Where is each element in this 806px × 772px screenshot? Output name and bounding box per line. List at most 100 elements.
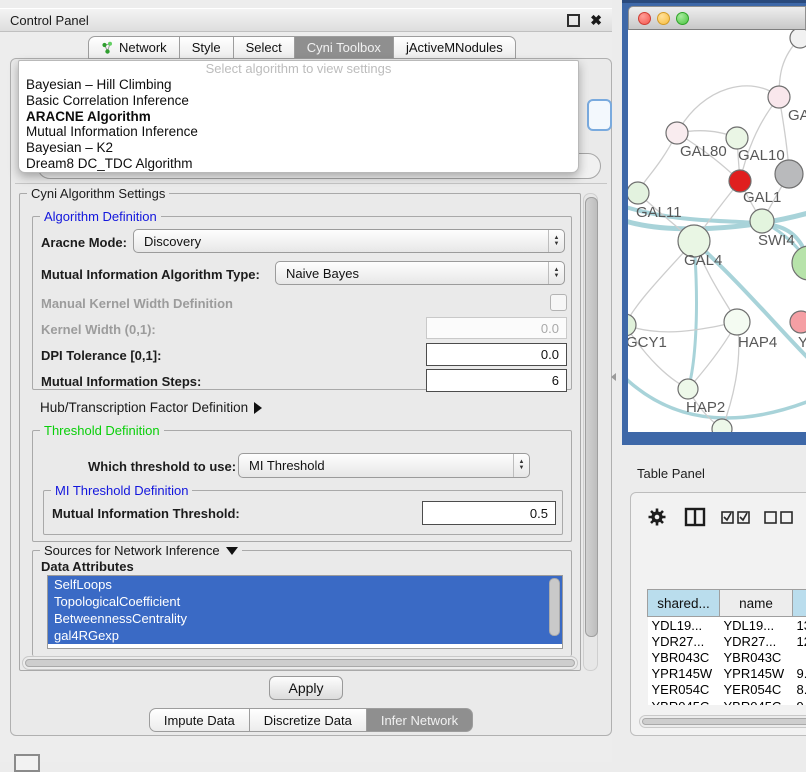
network-icon xyxy=(101,41,114,55)
splitter-handle[interactable] xyxy=(611,373,616,381)
network-node[interactable] xyxy=(712,419,732,432)
table-cell[interactable]: YDR27... xyxy=(720,633,793,649)
table-cell[interactable]: YER054C xyxy=(720,682,793,698)
table-column-header[interactable]: A xyxy=(793,590,806,617)
algorithm-option[interactable]: Basic Correlation Inference xyxy=(19,93,578,109)
window-zoom-icon[interactable] xyxy=(676,12,689,25)
network-node[interactable] xyxy=(775,160,803,188)
network-node[interactable] xyxy=(726,127,748,149)
network-node[interactable] xyxy=(750,209,774,233)
mi-type-combo[interactable]: Naive Bayes ▲▼ xyxy=(275,261,565,285)
focused-button-fragment[interactable] xyxy=(587,99,612,131)
table-column-header[interactable]: shared... xyxy=(648,590,720,617)
algorithm-option[interactable]: Bayesian – K2 xyxy=(19,140,578,156)
algorithm-option[interactable]: Bayesian – Hill Climbing xyxy=(19,77,578,93)
table-cell[interactable]: YPR145W xyxy=(720,666,793,682)
tab-discretize-data[interactable]: Discretize Data xyxy=(250,708,367,732)
tab-style[interactable]: Style xyxy=(180,36,234,59)
apply-button[interactable]: Apply xyxy=(269,676,343,700)
algorithm-option[interactable]: Mutual Information Inference xyxy=(19,124,578,140)
network-node[interactable] xyxy=(678,379,698,399)
close-panel-icon[interactable]: ✖ xyxy=(590,16,602,25)
table-cell[interactable]: YBR043C xyxy=(648,649,720,665)
data-attribute-item[interactable]: SelfLoops xyxy=(48,576,562,593)
table-row[interactable]: YDR27...YDR27...12 xyxy=(648,633,806,649)
dpi-tolerance-input[interactable]: 0.0 xyxy=(426,343,567,366)
table-toolbar xyxy=(631,499,806,535)
table-hscrollbar-thumb[interactable] xyxy=(642,718,806,725)
table-cell[interactable]: YDR27... xyxy=(648,633,720,649)
table-cell[interactable]: YDL19... xyxy=(648,617,720,634)
table-cell[interactable]: 13 xyxy=(793,617,806,634)
tab-cyni-toolbox[interactable]: Cyni Toolbox xyxy=(295,36,394,59)
algorithm-dropdown-list[interactable]: Select algorithm to view settings Bayesi… xyxy=(18,60,579,173)
network-node[interactable] xyxy=(628,314,636,336)
network-node[interactable] xyxy=(792,246,806,280)
table-cell[interactable]: 9. xyxy=(793,698,806,705)
table-cell[interactable]: 9. xyxy=(793,666,806,682)
aracne-mode-combo[interactable]: Discovery ▲▼ xyxy=(133,229,565,253)
network-node[interactable] xyxy=(628,182,649,204)
tab-impute-data-label: Impute Data xyxy=(164,713,235,728)
network-window-titlebar[interactable] xyxy=(628,6,806,30)
gear-icon[interactable] xyxy=(647,507,667,527)
algorithm-option[interactable]: ARACNE Algorithm xyxy=(19,109,578,125)
settings-vscrollbar-thumb[interactable] xyxy=(585,197,598,637)
window-minimize-icon[interactable] xyxy=(657,12,670,25)
settings-hscrollbar-thumb[interactable] xyxy=(25,659,575,667)
float-panel-icon[interactable] xyxy=(567,14,580,27)
network-node[interactable] xyxy=(790,311,806,333)
node-table[interactable]: shared...nameA YDL19...YDL19...13YDR27..… xyxy=(639,541,806,705)
table-row[interactable]: YBR045CYBR045C9. xyxy=(648,698,806,705)
table-cell[interactable]: YBR043C xyxy=(720,649,793,665)
network-node[interactable] xyxy=(768,86,790,108)
table-cell[interactable]: YBR045C xyxy=(720,698,793,705)
data-attribute-item[interactable]: BetweennessCentrality xyxy=(48,610,562,627)
split-columns-icon[interactable] xyxy=(684,507,706,527)
network-node[interactable] xyxy=(724,309,750,335)
network-node[interactable] xyxy=(666,122,688,144)
hub-definition-toggle[interactable]: Hub/Transcription Factor Definition xyxy=(40,400,262,415)
table-row[interactable]: YBR043CYBR043C xyxy=(648,649,806,665)
collapse-down-icon xyxy=(226,547,238,555)
table-cell[interactable] xyxy=(793,649,806,665)
kernel-width-input[interactable]: 0.0 xyxy=(426,317,567,339)
mi-steps-input[interactable]: 6 xyxy=(426,369,567,392)
data-attribute-item[interactable]: TopologicalCoefficient xyxy=(48,593,562,610)
network-canvas[interactable]: GALGAL80GAL10GAL1GAL11SWI4GAL4GCY1HAP4YH… xyxy=(628,30,806,432)
table-cell[interactable]: YBR045C xyxy=(648,698,720,705)
table-cell[interactable]: YPR145W xyxy=(648,666,720,682)
algorithm-option[interactable]: Dream8 DC_TDC Algorithm xyxy=(19,156,578,172)
table-cell[interactable]: 8. xyxy=(793,682,806,698)
table-cell[interactable]: YER054C xyxy=(648,682,720,698)
data-attributes-list[interactable]: SelfLoopsTopologicalCoefficientBetweenne… xyxy=(47,575,563,649)
control-panel: Control Panel ✖ Network Style Select Cyn… xyxy=(0,0,612,762)
attributes-scrollbar[interactable] xyxy=(549,578,560,636)
sources-title[interactable]: Sources for Network Inference xyxy=(40,543,242,558)
tab-network[interactable]: Network xyxy=(88,36,180,59)
data-attribute-item[interactable]: gal4RGexp xyxy=(48,627,562,644)
tab-select[interactable]: Select xyxy=(234,36,295,59)
table-hscrollbar[interactable] xyxy=(639,715,806,728)
unselect-all-checkboxes-icon[interactable] xyxy=(764,510,794,524)
settings-hscrollbar[interactable] xyxy=(22,656,578,670)
table-row[interactable]: YPR145WYPR145W9. xyxy=(648,666,806,682)
network-node[interactable] xyxy=(790,30,806,48)
table-cell[interactable]: YDL19... xyxy=(720,617,793,634)
mi-threshold-input[interactable]: 0.5 xyxy=(422,501,556,525)
tab-jactivemnodules[interactable]: jActiveMNodules xyxy=(394,36,516,59)
manual-kernel-checkbox[interactable] xyxy=(550,294,567,311)
table-cell[interactable]: 12 xyxy=(793,633,806,649)
table-row[interactable]: YDL19...YDL19...13 xyxy=(648,617,806,634)
tab-infer-network[interactable]: Infer Network xyxy=(367,708,473,732)
table-column-header[interactable]: name xyxy=(720,590,793,617)
select-all-checkboxes-icon[interactable] xyxy=(721,510,751,524)
settings-vscrollbar[interactable] xyxy=(583,193,598,671)
minimized-panel-icon[interactable] xyxy=(14,754,40,772)
table-row[interactable]: YER054CYER054C8. xyxy=(648,682,806,698)
network-edge[interactable] xyxy=(677,86,779,133)
network-edge[interactable] xyxy=(628,322,737,332)
window-close-icon[interactable] xyxy=(638,12,651,25)
which-threshold-combo[interactable]: MI Threshold ▲▼ xyxy=(238,453,530,478)
tab-impute-data[interactable]: Impute Data xyxy=(149,708,250,732)
